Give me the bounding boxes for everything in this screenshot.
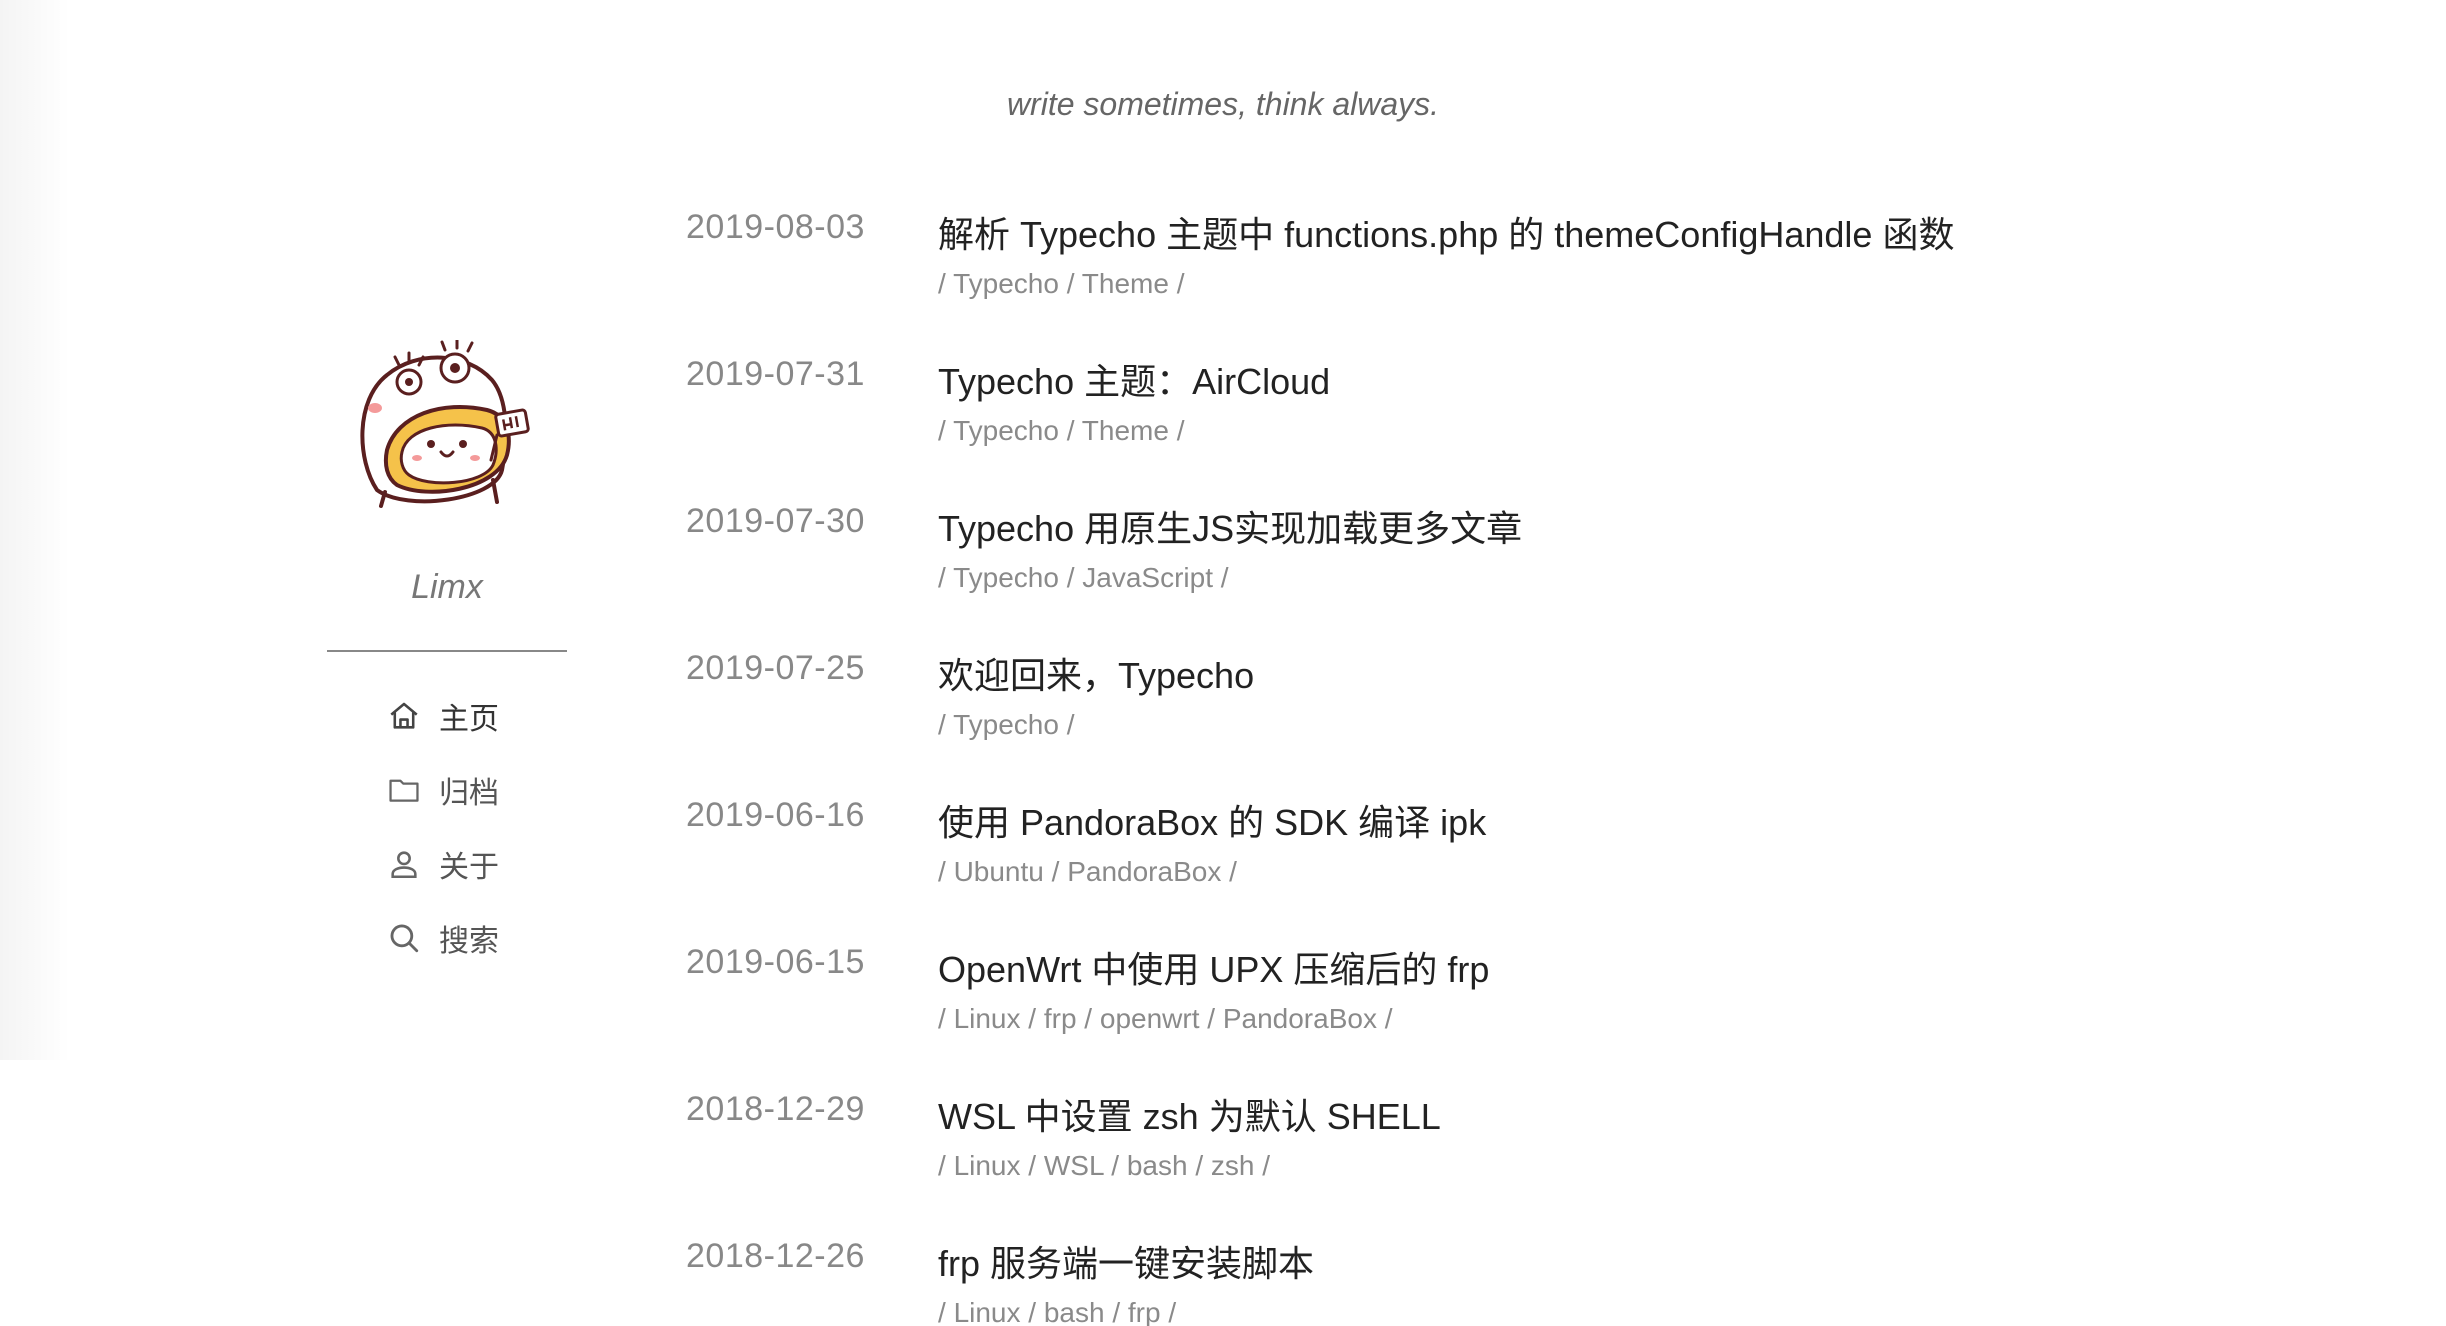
post-tags: / Typecho / Theme / [938,415,1185,446]
post-tags: / Linux / bash / frp / [938,1297,1177,1326]
post-title-link[interactable]: frp 服务端一键安装脚本 [938,1235,1314,1287]
tag-link[interactable]: bash [1044,1297,1105,1326]
nav-item-about[interactable]: 关于 [387,844,547,884]
site-motto: write sometimes, think always. [1006,86,1440,122]
tag-link[interactable]: Ubuntu [954,856,1044,887]
nav-item-home[interactable]: 主页 [387,696,547,736]
post-date: 2018-12-29 [686,1090,865,1128]
post-tags: / Ubuntu / PandoraBox / [938,856,1237,887]
post-title-link[interactable]: OpenWrt 中使用 UPX 压缩后的 frp [938,941,1489,993]
folder-icon [389,779,419,802]
post-date: 2019-07-30 [686,502,865,540]
post-tags: / Typecho / Theme / [938,268,1185,299]
sidebar-divider [327,650,567,652]
post-date: 2018-12-26 [686,1237,865,1275]
tag-link[interactable]: Theme [1082,415,1169,446]
tag-link[interactable]: Typecho [953,415,1059,446]
sidebar-shadow [0,0,70,1060]
nav-item-label: 关于 [439,851,499,884]
sidebar-nav: 主页 归档 关于 搜索 [387,696,547,992]
tag-link[interactable]: PandoraBox [1223,1003,1377,1034]
tag-link[interactable]: frp [1128,1297,1161,1326]
post-tags: / Typecho / JavaScript / [938,562,1229,593]
user-icon [391,851,417,879]
post-title-link[interactable]: WSL 中设置 zsh 为默认 SHELL [938,1088,1441,1140]
tag-link[interactable]: Typecho [953,268,1059,299]
post-title-link[interactable]: 解析 Typecho 主题中 functions.php 的 themeConf… [938,206,1954,258]
home-icon [390,702,418,729]
post-item: 2019-07-25 欢迎回来，Typecho / Typecho / [686,647,2186,794]
tag-link[interactable]: PandoraBox [1067,856,1221,887]
page: write sometimes, think always. Limx 主页 归… [0,0,2446,1326]
post-date: 2019-06-15 [686,943,865,981]
tag-link[interactable]: bash [1127,1150,1188,1181]
post-item: 2019-06-16 使用 PandoraBox 的 SDK 编译 ipk / Ub… [686,794,2186,941]
nav-item-archive[interactable]: 归档 [387,770,547,810]
nav-item-search[interactable]: 搜索 [387,918,547,958]
post-item: 2019-07-30 Typecho 用原生JS实现加载更多文章 / Typecho… [686,500,2186,647]
post-tags: / Typecho / [938,709,1075,740]
tag-link[interactable]: Linux [954,1150,1021,1181]
post-title-link[interactable]: 使用 PandoraBox 的 SDK 编译 ipk [938,794,1486,846]
post-date: 2019-08-03 [686,208,865,246]
tag-link[interactable]: openwrt [1100,1003,1200,1034]
post-tags: / Linux / frp / openwrt / PandoraBox / [938,1003,1393,1034]
post-title-link[interactable]: 欢迎回来，Typecho [938,647,1254,699]
post-item: 2018-12-29 WSL 中设置 zsh 为默认 SHELL / Linux /… [686,1088,2186,1235]
tag-link[interactable]: zsh [1211,1150,1255,1181]
author-name: Limx [411,568,483,606]
tag-link[interactable]: Theme [1082,268,1169,299]
tag-link[interactable]: JavaScript [1082,562,1213,593]
post-item: 2019-08-03 解析 Typecho 主题中 functions.php 的… [686,206,2186,353]
nav-item-label: 搜索 [439,925,499,958]
search-icon [390,924,419,953]
nav-item-label: 归档 [439,777,499,810]
tag-link[interactable]: Linux [954,1297,1021,1326]
post-date: 2019-07-31 [686,355,865,393]
post-item: 2018-12-26 frp 服务端一键安装脚本 / Linux / bash / … [686,1235,2186,1326]
post-title-link[interactable]: Typecho 主题：AirCloud [938,353,1330,405]
post-item: 2019-07-31 Typecho 主题：AirCloud / Typecho /… [686,353,2186,500]
tag-link[interactable]: Typecho [953,562,1059,593]
post-list: 2019-08-03 解析 Typecho 主题中 functions.php 的… [686,206,2186,1326]
avatar[interactable] [347,340,547,520]
post-tags: / Linux / WSL / bash / zsh / [938,1150,1271,1181]
post-date: 2019-06-16 [686,796,865,834]
tag-link[interactable]: Typecho [953,709,1059,740]
nav-item-label: 主页 [439,703,499,736]
post-item: 2019-06-15 OpenWrt 中使用 UPX 压缩后的 frp / Linu… [686,941,2186,1088]
tag-link[interactable]: Linux [954,1003,1021,1034]
post-date: 2019-07-25 [686,649,865,687]
tag-link[interactable]: frp [1044,1003,1077,1034]
post-title-link[interactable]: Typecho 用原生JS实现加载更多文章 [938,500,1522,552]
tag-link[interactable]: WSL [1044,1150,1104,1181]
